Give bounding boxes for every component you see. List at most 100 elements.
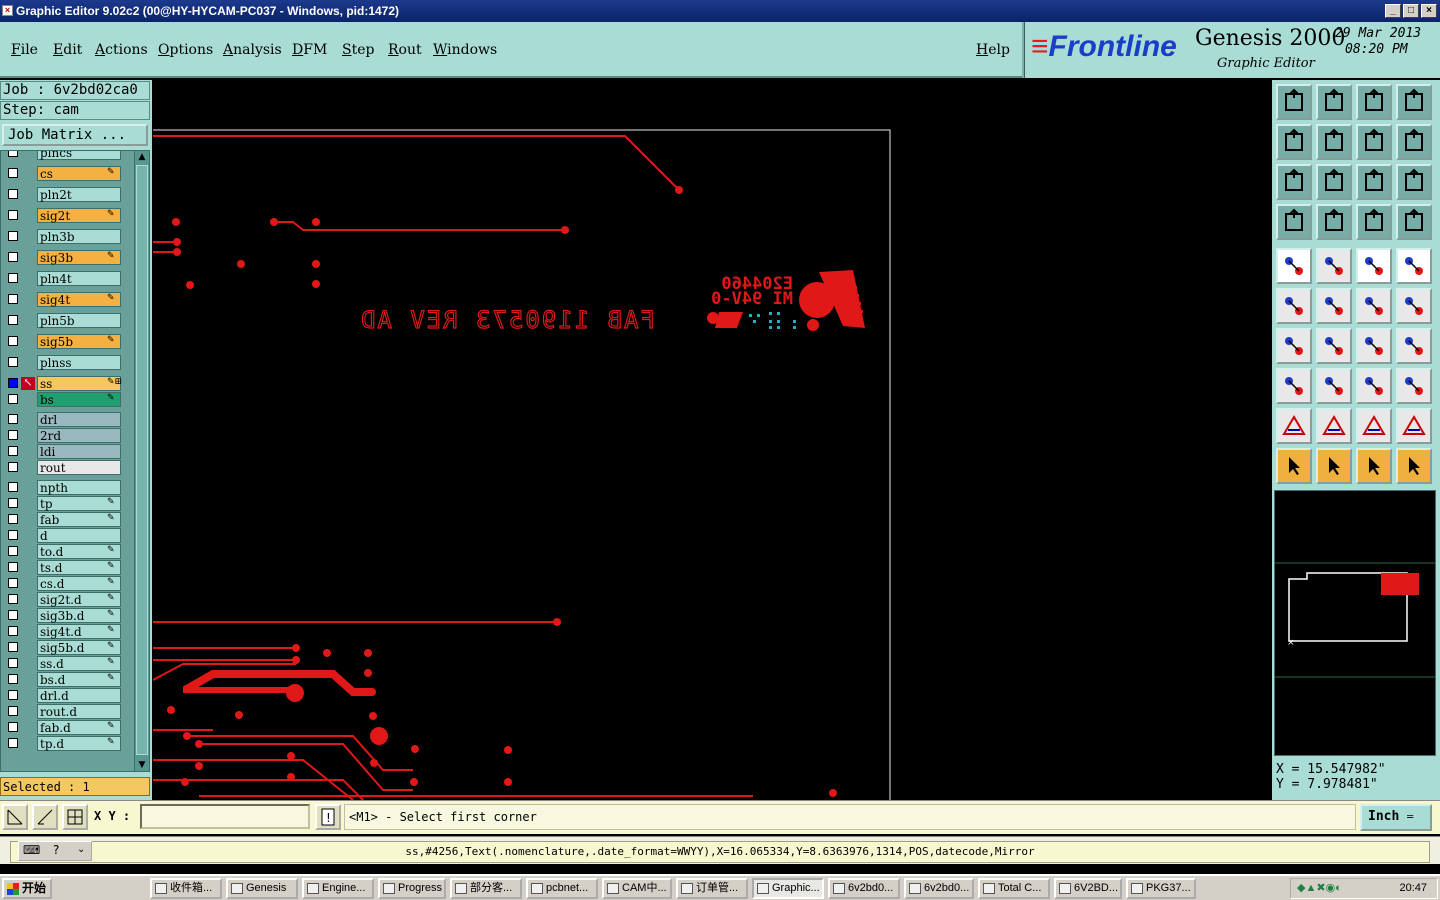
layer-checkbox[interactable] bbox=[8, 530, 18, 540]
layer-checkbox[interactable] bbox=[8, 462, 18, 472]
layer-name[interactable]: drl bbox=[37, 412, 121, 427]
taskbar-item[interactable]: 部分客... bbox=[450, 878, 522, 899]
layer-row-ss-d[interactable]: ss.d ✎ bbox=[1, 656, 123, 671]
layer-checkbox[interactable] bbox=[8, 738, 18, 748]
layer-checkbox[interactable] bbox=[8, 210, 18, 220]
taskbar-item[interactable]: Engine... bbox=[302, 878, 374, 899]
layer-name[interactable]: 2rd bbox=[37, 428, 121, 443]
layer-row-sig2t-d[interactable]: sig2t.d ✎ bbox=[1, 592, 123, 607]
layer-checkbox[interactable] bbox=[8, 378, 18, 388]
layer-row-rout[interactable]: rout bbox=[1, 460, 123, 475]
taskbar-item[interactable]: Progress bbox=[378, 878, 446, 899]
polygon-fillet-tool[interactable] bbox=[1396, 408, 1432, 444]
layer-name[interactable]: ldi bbox=[37, 444, 121, 459]
zoom-window-tool[interactable] bbox=[1396, 84, 1432, 120]
layer-checkbox[interactable] bbox=[8, 430, 18, 440]
taskbar-item[interactable]: Graphic... bbox=[752, 878, 824, 899]
layer-checkbox[interactable] bbox=[8, 151, 18, 157]
line-tool[interactable] bbox=[1316, 328, 1352, 364]
layer-row-plncs[interactable]: plncs bbox=[1, 151, 123, 160]
layer-list-scrollbar[interactable]: ▲ ▼ bbox=[134, 151, 149, 771]
layer-name[interactable]: plnss bbox=[37, 355, 121, 370]
open-job-tool[interactable] bbox=[1276, 84, 1312, 120]
layer-row-pln3b[interactable]: pln3b bbox=[1, 229, 123, 244]
menu-edit[interactable]: Edit bbox=[53, 42, 82, 58]
menu-options[interactable]: Options bbox=[158, 42, 213, 58]
layer-checkbox[interactable] bbox=[8, 294, 18, 304]
delete-node-tool[interactable] bbox=[1316, 288, 1352, 324]
layer-row-ss[interactable]: ↖ ss ✎⊞ bbox=[1, 376, 123, 391]
move-node-tool[interactable] bbox=[1356, 288, 1392, 324]
net-highlight-tool[interactable] bbox=[1356, 204, 1392, 240]
transform-tool[interactable] bbox=[1316, 248, 1352, 284]
layer-name[interactable]: npth bbox=[37, 480, 121, 495]
layer-row-sig4t[interactable]: sig4t ✎ bbox=[1, 292, 123, 307]
layer-checkbox[interactable] bbox=[8, 168, 18, 178]
flip-tool[interactable] bbox=[1396, 328, 1432, 364]
polygon-tool[interactable] bbox=[1276, 408, 1312, 444]
layer-row-plnss[interactable]: plnss bbox=[1, 355, 123, 370]
resize-tool[interactable] bbox=[1356, 368, 1392, 404]
graphic-canvas[interactable]: FAB 1190573 REV AD E204460 MI 94V-0 bbox=[153, 80, 1272, 800]
tray-icons[interactable]: ◆▲✖◉◐ bbox=[1297, 879, 1342, 898]
layer-checkbox[interactable] bbox=[8, 610, 18, 620]
unit-selector[interactable]: Inch ═ bbox=[1360, 804, 1432, 831]
layer-row-tp[interactable]: tp ✎ bbox=[1, 496, 123, 511]
layer-checkbox[interactable] bbox=[8, 546, 18, 556]
job-matrix-button[interactable]: Job Matrix ... bbox=[2, 124, 148, 146]
layer-checkbox[interactable] bbox=[8, 315, 18, 325]
minimize-button[interactable]: _ bbox=[1385, 4, 1401, 18]
taskbar-item[interactable]: 6v2bd0... bbox=[904, 878, 974, 899]
taskbar-item[interactable]: pcbnet... bbox=[526, 878, 598, 899]
layer-name[interactable]: d bbox=[37, 528, 121, 543]
snap-point-tool[interactable] bbox=[1396, 288, 1432, 324]
layer-checkbox[interactable] bbox=[8, 706, 18, 716]
layer-row-sig3b-d[interactable]: sig3b.d ✎ bbox=[1, 608, 123, 623]
select-route-tool[interactable] bbox=[1396, 448, 1432, 484]
select-tool[interactable] bbox=[1276, 448, 1312, 484]
layer-row-cs-d[interactable]: cs.d ✎ bbox=[1, 576, 123, 591]
layer-row-bs[interactable]: bs ✎ bbox=[1, 392, 123, 407]
layer-checkbox[interactable] bbox=[8, 626, 18, 636]
layer-checkbox[interactable] bbox=[8, 722, 18, 732]
layer-checkbox[interactable] bbox=[8, 189, 18, 199]
layer-row-sig4t-d[interactable]: sig4t.d ✎ bbox=[1, 624, 123, 639]
zoom-center-tool[interactable] bbox=[1316, 164, 1352, 200]
layer-row-ldi[interactable]: ldi bbox=[1, 444, 123, 459]
layer-row-ts-d[interactable]: ts.d ✎ bbox=[1, 560, 123, 575]
group-tool[interactable] bbox=[1396, 368, 1432, 404]
layer-name[interactable]: pln3b bbox=[37, 229, 121, 244]
layer-checkbox[interactable] bbox=[8, 514, 18, 524]
taskbar-item[interactable]: Genesis bbox=[226, 878, 298, 899]
circle-tool[interactable] bbox=[1396, 248, 1432, 284]
settings-tool[interactable] bbox=[1276, 204, 1312, 240]
maximize-button[interactable]: □ bbox=[1403, 4, 1419, 18]
help-icon[interactable]: ? bbox=[53, 843, 59, 857]
layer-row-drl-d[interactable]: drl.d bbox=[1, 688, 123, 703]
taskbar-item[interactable]: 订单管... bbox=[676, 878, 748, 899]
layer-row-sig2t[interactable]: sig2t ✎ bbox=[1, 208, 123, 223]
menu-dfm[interactable]: DFM bbox=[292, 42, 327, 58]
pan-left-tool[interactable] bbox=[1276, 124, 1312, 160]
scale-one-to-one-tool[interactable] bbox=[1356, 164, 1392, 200]
menu-arrow-icon[interactable]: ⌄ bbox=[77, 844, 85, 855]
overview-map[interactable]: × bbox=[1274, 490, 1436, 756]
layer-row-sig5b[interactable]: sig5b ✎ bbox=[1, 334, 123, 349]
layer-checkbox[interactable] bbox=[8, 336, 18, 346]
menu-step[interactable]: Step bbox=[342, 42, 374, 58]
layer-name[interactable]: drl.d bbox=[37, 688, 121, 703]
polygon-edit-tool[interactable] bbox=[1316, 408, 1352, 444]
query-tool[interactable] bbox=[1396, 164, 1432, 200]
redraw-tool[interactable] bbox=[1396, 124, 1432, 160]
layer-checkbox[interactable] bbox=[8, 498, 18, 508]
keyboard-icon[interactable]: ⌨ bbox=[23, 843, 40, 857]
taskbar-item[interactable]: 6v2bd0... bbox=[828, 878, 900, 899]
taskbar-item[interactable]: PKG37... bbox=[1126, 878, 1196, 899]
layer-row-tp-d[interactable]: tp.d ✎ bbox=[1, 736, 123, 751]
layer-row-to-d[interactable]: to.d ✎ bbox=[1, 544, 123, 559]
ruler-tool[interactable] bbox=[1356, 248, 1392, 284]
layer-row-pln2t[interactable]: pln2t bbox=[1, 187, 123, 202]
layer-row-drl[interactable]: drl bbox=[1, 412, 123, 427]
taskbar-item[interactable]: CAM中... bbox=[602, 878, 672, 899]
zoom-toggle-tool[interactable] bbox=[1356, 124, 1392, 160]
